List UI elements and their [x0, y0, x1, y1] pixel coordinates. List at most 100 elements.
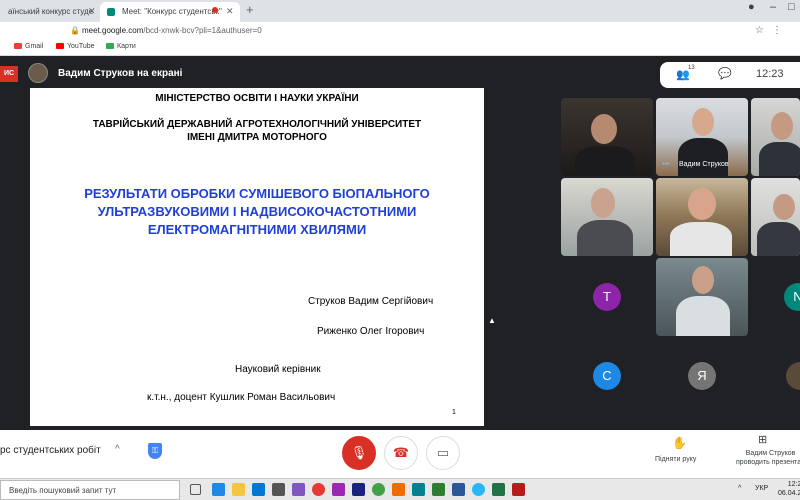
bookmark-maps[interactable]: Карти [106, 43, 136, 50]
app-icon[interactable] [512, 483, 525, 496]
address-bar[interactable]: 🔒 meet.google.com/bcd-xnwk-bcv?pli=1&aut… [0, 22, 800, 40]
taskbar-clock[interactable]: 12:2 06.04.2 [778, 480, 800, 498]
participant-face [771, 112, 793, 140]
app-icon[interactable] [412, 483, 425, 496]
bookmark-label: Gmail [25, 43, 44, 50]
windows-taskbar: Введіть пошуковий запит тут ^ УКР 12:2 0… [0, 478, 800, 500]
url-path: /bcd-xnwk-bcv?pli=1&authuser=0 [143, 26, 262, 35]
bookmark-label: YouTube [67, 43, 95, 50]
participant-body [676, 296, 730, 336]
tray-chevron-icon[interactable]: ^ [738, 485, 741, 492]
opera-icon[interactable] [312, 483, 325, 496]
participant-body [678, 138, 728, 176]
camera-toggle-button[interactable]: ▭ [426, 436, 460, 470]
browser-tab-contest[interactable]: аїнський конкурс студе [0, 2, 100, 22]
present-screen-icon[interactable]: ⊞ [758, 433, 767, 446]
video-tile[interactable] [751, 178, 800, 256]
participant-body [575, 146, 635, 176]
participant-avatar[interactable]: N [784, 283, 800, 311]
taskbar-search[interactable]: Введіть пошуковий запит тут [0, 480, 180, 500]
video-tile[interactable] [561, 178, 653, 256]
keyboard-language[interactable]: УКР [755, 485, 768, 492]
app-icon[interactable] [432, 483, 445, 496]
participant-face [591, 114, 617, 144]
participant-face [688, 188, 716, 220]
viber-icon[interactable] [332, 483, 345, 496]
file-explorer-icon[interactable] [232, 483, 245, 496]
hang-up-button[interactable]: ☎ [384, 436, 418, 470]
participant-avatar[interactable]: С [593, 362, 621, 390]
mic-toggle-button[interactable]: 🎙 [342, 436, 376, 470]
participant-avatar-partial[interactable] [786, 362, 800, 390]
video-tile[interactable] [656, 178, 748, 256]
participant-face [591, 188, 615, 218]
mail-icon[interactable] [252, 483, 265, 496]
new-tab-icon[interactable]: + [246, 2, 254, 17]
video-tile[interactable] [561, 98, 653, 176]
camera-icon: ▭ [436, 445, 450, 460]
top-right-panel: 👥 13 💬 12:23 [660, 62, 800, 88]
presenting-label-line2: проводить презентац [736, 459, 800, 466]
mouse-cursor-icon: ▲ [488, 316, 496, 325]
slide-university-line2: ІМЕНІ ДМИТРА МОТОРНОГО [187, 132, 327, 143]
url-domain: meet.google.com [82, 26, 144, 35]
video-tile[interactable] [656, 258, 748, 336]
close-icon[interactable]: ✕ [88, 6, 96, 17]
participant-avatar[interactable]: Я [688, 362, 716, 390]
task-view-icon[interactable] [190, 484, 201, 495]
presenter-avatar [28, 63, 48, 83]
participant-body [757, 222, 800, 256]
tab-title: Meet: "Конкурс студентськ" [122, 7, 222, 16]
chrome-icon[interactable] [372, 483, 385, 496]
bookmark-gmail[interactable]: Gmail [14, 43, 43, 50]
raise-hand-icon[interactable]: ✋ [672, 436, 687, 450]
url-text[interactable]: meet.google.com/bcd-xnwk-bcv?pli=1&authu… [82, 26, 262, 35]
edge-icon[interactable] [212, 483, 225, 496]
raise-hand-label[interactable]: Підняти руку [655, 456, 696, 463]
tile-name-label: Вадим Струков [679, 161, 729, 168]
speaking-indicator-icon: ••• [662, 161, 670, 168]
telegram-icon[interactable] [472, 483, 485, 496]
browser-tab-meet[interactable]: Meet: "Конкурс студентськ" [100, 2, 240, 22]
participant-avatar[interactable]: Т [593, 283, 621, 311]
bookmark-youtube[interactable]: YouTube [56, 43, 95, 50]
photoshop-icon[interactable] [352, 483, 365, 496]
meeting-name[interactable]: рс студентських робіт [0, 445, 101, 456]
lock-icon: 🔒 [70, 26, 80, 35]
slide-university: ТАВРІЙСЬКИЙ ДЕРЖАВНИЙ АГРОТЕХНОЛОГІЧНИЙ … [30, 118, 484, 144]
shield-icon[interactable]: ⚿ [148, 443, 162, 459]
chevron-up-icon[interactable]: ^ [115, 444, 120, 455]
video-tile[interactable] [751, 98, 800, 176]
youtube-icon [56, 43, 64, 49]
search-placeholder: Введіть пошуковий запит тут [9, 486, 117, 495]
word-icon[interactable] [452, 483, 465, 496]
toolbar-icons[interactable]: ☆⋮ [755, 25, 790, 36]
close-icon[interactable]: ✕ [226, 6, 234, 17]
profile-icon[interactable]: ● [748, 1, 755, 13]
participant-body [670, 222, 732, 256]
slide-title-line3: ЕЛЕКТРОМАГНІТНИМИ ХВИЛЯМИ [147, 222, 367, 237]
presenting-label[interactable]: Вадим Струков проводить презентац [736, 449, 800, 467]
slide-title-line1: РЕЗУЛЬТАТИ ОБРОБКИ СУМІШЕВОГО БІОПАЛЬНОГ… [84, 186, 430, 201]
presentation-stage: МІНІСТЕРСТВО ОСВІТИ І НАУКИ УКРАЇНИ ТАВР… [0, 88, 558, 430]
slide-author-2: Риженко Олег Ігорович [317, 326, 425, 337]
meet-bottom-bar: рс студентських робіт ^ ⚿ 🎙 ☎ ▭ ✋ Піднят… [0, 430, 800, 478]
maximize-icon[interactable]: □ [788, 1, 795, 13]
app-icon[interactable] [292, 483, 305, 496]
participant-face [692, 108, 714, 136]
excel-icon[interactable] [492, 483, 505, 496]
slide-ministry: МІНІСТЕРСТВО ОСВІТИ І НАУКИ УКРАЇНИ [155, 93, 359, 104]
chat-icon[interactable]: 💬 [718, 67, 732, 80]
meeting-chip[interactable]: ИС [0, 66, 18, 82]
presenter-banner: Вадим Струков на екрані [58, 68, 183, 79]
tab-title: аїнський конкурс студе [8, 7, 94, 16]
app-icon[interactable] [392, 483, 405, 496]
gmail-icon [14, 43, 22, 49]
maps-icon [106, 43, 114, 49]
slide-supervisor: к.т.н., доцент Кушлик Роман Васильович [147, 392, 336, 403]
meet-favicon-icon [107, 8, 115, 16]
slide-author-1: Струков Вадим Сергійович [308, 296, 434, 307]
store-icon[interactable] [272, 483, 285, 496]
bookmark-label: Карти [117, 43, 136, 50]
minimize-icon[interactable]: – [770, 1, 776, 13]
